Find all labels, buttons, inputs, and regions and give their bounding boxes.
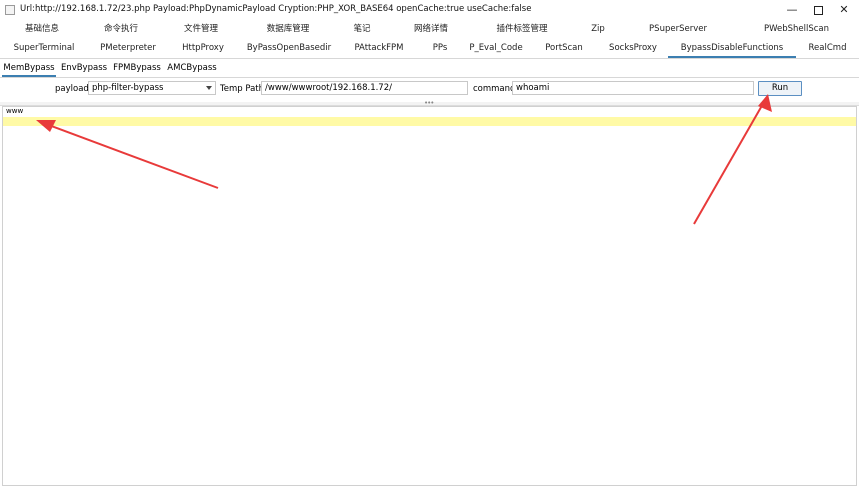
tab-notes[interactable]: 笔记	[332, 20, 392, 39]
tab-network-details[interactable]: 网络详情	[392, 20, 470, 39]
tab-pps[interactable]: PPs	[418, 39, 462, 58]
tab-p-eval-code[interactable]: P_Eval_Code	[462, 39, 530, 58]
subtab-amcbypass[interactable]: AMCBypass	[164, 59, 220, 77]
payload-select[interactable]: php-filter-bypass	[88, 81, 216, 95]
tab-psuperserver[interactable]: PSuperServer	[622, 20, 734, 39]
temp-path-input[interactable]	[261, 81, 468, 95]
tab-database-manager[interactable]: 数据库管理	[244, 20, 332, 39]
tab-zip[interactable]: Zip	[574, 20, 622, 39]
command-input[interactable]	[512, 81, 754, 95]
plugin-tabs-row-2: SuperTerminal PMeterpreter HttpProxy ByP…	[0, 39, 859, 59]
tab-bypassopenbasedir[interactable]: ByPassOpenBasedir	[238, 39, 340, 58]
tab-socksproxy[interactable]: SocksProxy	[598, 39, 668, 58]
output-textarea[interactable]: www	[2, 106, 857, 486]
tab-bypassdisablefunctions[interactable]: BypassDisableFunctions	[668, 39, 796, 58]
subtab-envbypass[interactable]: EnvBypass	[58, 59, 110, 77]
close-icon[interactable]: ✕	[833, 0, 855, 20]
tab-pattackfpm[interactable]: PAttackFPM	[340, 39, 418, 58]
current-line-highlight	[3, 117, 856, 126]
app-icon	[5, 5, 15, 15]
run-button[interactable]: Run	[758, 81, 802, 96]
tab-plugin-tag-manager[interactable]: 插件标签管理	[470, 20, 574, 39]
output-line: www	[6, 107, 24, 115]
tab-realcmd[interactable]: RealCmd	[796, 39, 859, 58]
tab-httpproxy[interactable]: HttpProxy	[168, 39, 238, 58]
window-title: Url:http://192.168.1.72/23.php Payload:P…	[20, 4, 532, 14]
tab-portscan[interactable]: PortScan	[530, 39, 598, 58]
payload-select-value: php-filter-bypass	[92, 83, 164, 93]
payload-label: payload	[55, 84, 89, 94]
maximize-icon[interactable]	[807, 0, 829, 20]
subtab-fpmbypass[interactable]: FPMBypass	[112, 59, 162, 77]
minimize-icon[interactable]: —	[781, 0, 803, 20]
temp-path-label: Temp Path	[220, 84, 265, 94]
command-label: command	[473, 84, 516, 94]
tab-superterminal[interactable]: SuperTerminal	[0, 39, 88, 58]
title-bar: Url:http://192.168.1.72/23.php Payload:P…	[0, 0, 859, 21]
tab-basic-info[interactable]: 基础信息	[0, 20, 84, 39]
tab-pmeterpreter[interactable]: PMeterpreter	[88, 39, 168, 58]
subtab-membypass[interactable]: MemBypass	[2, 59, 56, 77]
plugin-tabs-row-1: 基础信息 命令执行 文件管理 数据库管理 笔记 网络详情 插件标签管理 Zip …	[0, 20, 859, 39]
tab-file-manager[interactable]: 文件管理	[158, 20, 244, 39]
dropdown-arrow-icon	[206, 86, 212, 90]
bypass-subtabs: MemBypass EnvBypass FPMBypass AMCBypass	[0, 59, 859, 78]
tab-pwebshellscan[interactable]: PWebShellScan	[734, 20, 859, 39]
tab-command-exec[interactable]: 命令执行	[84, 20, 158, 39]
